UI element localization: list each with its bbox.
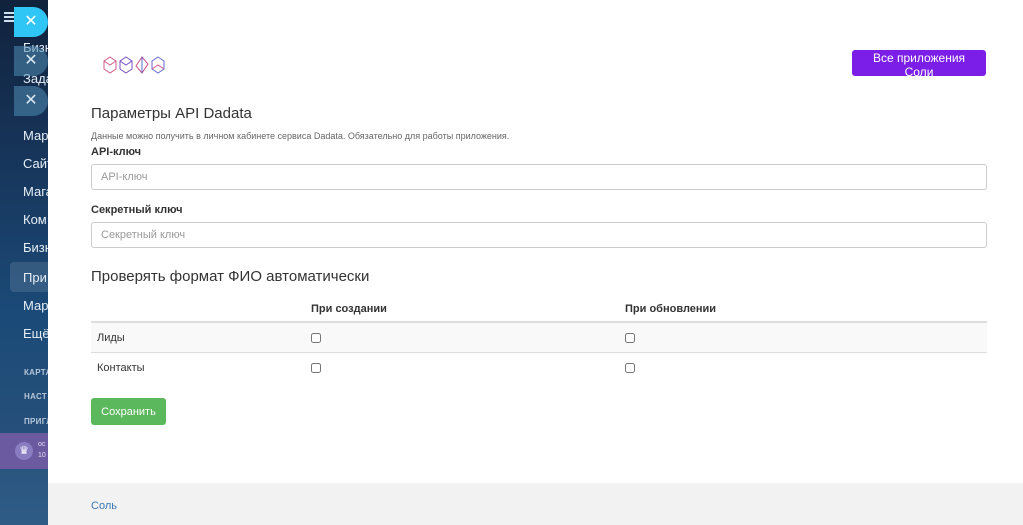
portal-sidebar: Бизн Зада Мар Сайт Мага Ком Бизн При Мар… [0, 0, 48, 525]
column-header: При обновлении [619, 297, 987, 323]
column-header [91, 297, 305, 323]
table-row: Контакты [91, 352, 987, 382]
sidebar-item[interactable]: Ком [23, 212, 47, 227]
close-icon: ✕ [24, 92, 38, 109]
footer-sol-link[interactable]: Соль [91, 500, 117, 512]
crown-icon: ♛ [15, 442, 33, 460]
close-slider-button[interactable]: ✕ [14, 86, 48, 116]
all-apps-button[interactable]: Все приложения Соли [852, 50, 986, 79]
sidebar-item[interactable]: Мар [23, 298, 48, 313]
fio-settings-table: При создании При обновлении Лиды Контакт… [91, 297, 987, 382]
sidebar-item[interactable]: Бизн [23, 240, 48, 255]
table-row: Лиды [91, 321, 987, 353]
api-key-label: API-ключ [91, 146, 141, 158]
promo-line: 10 [38, 452, 46, 459]
row-label: Контакты [91, 352, 305, 382]
leads-on-update-checkbox[interactable] [625, 332, 635, 343]
close-icon: ✕ [24, 13, 38, 30]
sidebar-item-active[interactable]: При [23, 270, 47, 285]
sidebar-small-link[interactable]: ПРИГЛ [24, 417, 48, 426]
sol-logo-icon [103, 56, 165, 74]
api-key-input[interactable] [91, 164, 987, 190]
close-slider-button[interactable]: ✕ [14, 46, 48, 76]
sidebar-item[interactable]: Мар [23, 128, 48, 143]
close-icon: ✕ [24, 52, 38, 69]
save-button[interactable]: Сохранить [91, 398, 166, 425]
contacts-on-update-checkbox[interactable] [625, 362, 635, 373]
api-section-hint: Данные можно получить в личном кабинете … [91, 131, 510, 141]
secret-key-label: Секретный ключ [91, 204, 183, 216]
secret-key-input[interactable] [91, 222, 987, 248]
sidebar-small-link[interactable]: КАРТА [24, 368, 48, 377]
contacts-on-create-checkbox[interactable] [311, 362, 321, 373]
row-label: Лиды [91, 321, 305, 353]
sidebar-promo[interactable]: ♛ ос 10 [0, 433, 48, 469]
promo-line: ос [38, 441, 46, 448]
app-settings-panel: Все приложения Соли Параметры API Dadata… [48, 0, 1023, 525]
close-slider-button[interactable]: ✕ [14, 7, 48, 37]
fio-section-title: Проверять формат ФИО автоматически [91, 268, 370, 285]
sidebar-item[interactable]: Ещё [23, 326, 48, 341]
leads-on-create-checkbox[interactable] [311, 332, 321, 343]
column-header: При создании [305, 297, 619, 323]
table-header-row: При создании При обновлении [91, 297, 987, 323]
footer: Соль [48, 483, 1023, 525]
api-section-title: Параметры API Dadata [91, 105, 252, 122]
sidebar-item[interactable]: Сайт [23, 156, 48, 171]
sidebar-small-link[interactable]: НАСТ [24, 392, 47, 401]
sidebar-item[interactable]: Мага [23, 184, 48, 199]
